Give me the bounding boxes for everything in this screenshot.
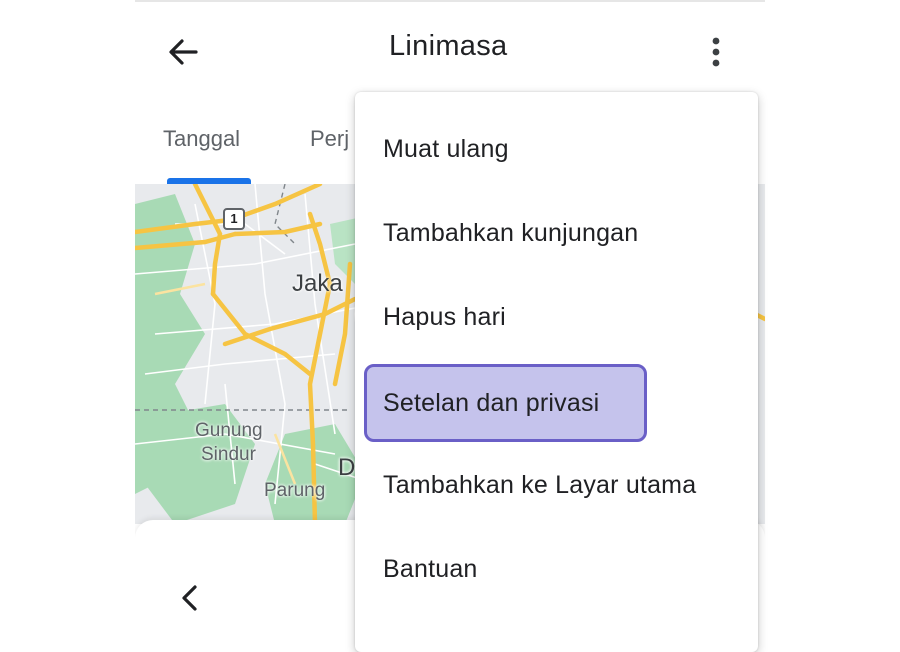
menu-item-label: Hapus hari <box>383 303 506 331</box>
chevron-left-icon <box>182 585 197 611</box>
map-label-parung: Parung <box>264 480 326 501</box>
menu-item-label: Tambahkan ke Layar utama <box>383 471 697 499</box>
arrow-left-icon <box>169 39 198 65</box>
map-label-gunung: Gunung <box>195 420 263 441</box>
more-options-button[interactable] <box>701 32 731 72</box>
menu-item-hapus-hari[interactable]: Hapus hari <box>355 275 758 359</box>
menu-item-label: Bantuan <box>383 555 478 583</box>
menu-item-label: Tambahkan kunjungan <box>383 219 639 247</box>
app-bar: Linimasa <box>135 2 765 98</box>
road-shield-number: 1 <box>230 211 238 226</box>
more-vert-icon <box>712 37 720 67</box>
road-shield-badge: 1 <box>223 208 245 230</box>
menu-item-tambahkan-kunjungan[interactable]: Tambahkan kunjungan <box>355 191 758 275</box>
page-title: Linimasa <box>389 30 508 62</box>
menu-item-tambahkan-layar-utama[interactable]: Tambahkan ke Layar utama <box>355 443 758 527</box>
back-button[interactable] <box>163 32 203 72</box>
previous-day-button[interactable] <box>175 580 205 616</box>
map-label-d: D <box>338 454 356 481</box>
map-label-city: Jaka <box>292 270 343 297</box>
menu-item-muat-ulang[interactable]: Muat ulang <box>355 107 758 191</box>
menu-item-label: Muat ulang <box>383 135 509 163</box>
menu-item-setelan-dan-privasi[interactable]: Setelan dan privasi <box>364 364 647 442</box>
menu-item-label: Setelan dan privasi <box>383 389 600 417</box>
menu-item-bantuan[interactable]: Bantuan <box>355 527 758 611</box>
tab-tanggal[interactable]: Tanggal <box>163 126 240 152</box>
map-label-sindur: Sindur <box>201 444 256 465</box>
tab-perjalanan[interactable]: Perj <box>310 126 349 152</box>
